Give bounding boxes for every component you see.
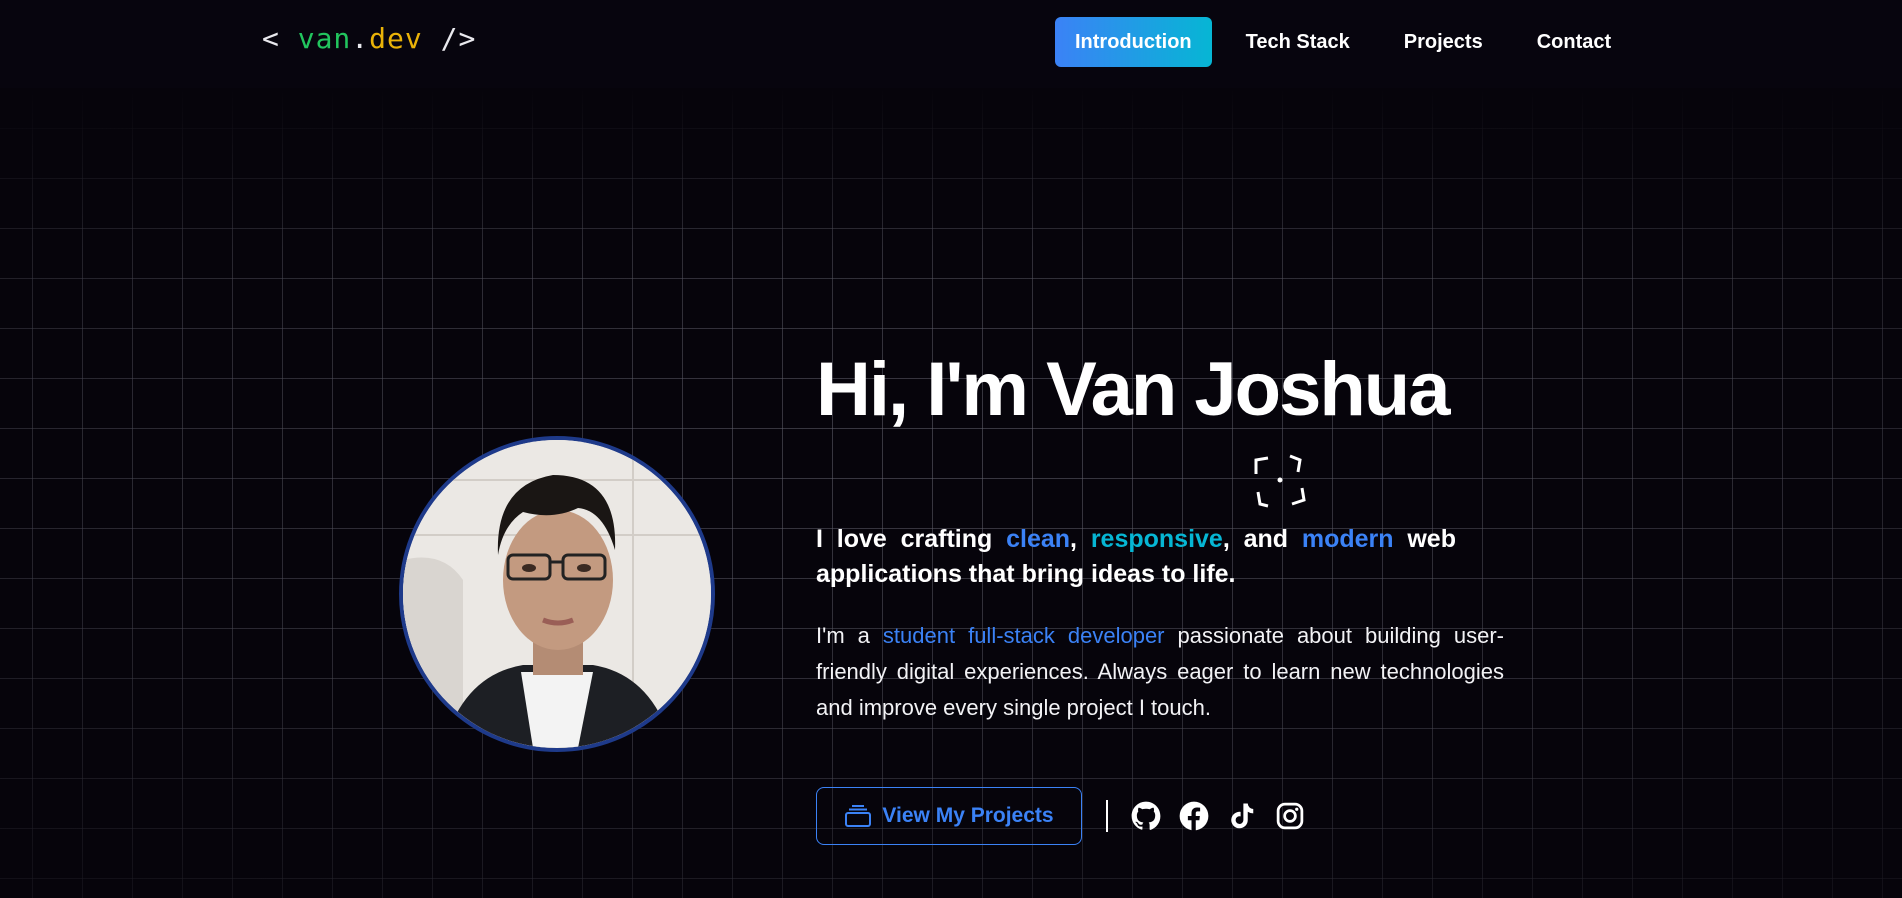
logo-dot: . (351, 22, 370, 55)
grid-top-fade (0, 88, 1902, 248)
focus-frame-icon (1254, 454, 1306, 508)
stack-icon (845, 805, 872, 827)
nav-projects[interactable]: Projects (1384, 17, 1503, 67)
logo-name-b: dev (369, 22, 423, 55)
logo-open-bracket: < (262, 22, 280, 55)
tagline-modern: modern (1301, 525, 1394, 553)
hero-bio: I'm a student full-stack developer passi… (816, 618, 1504, 726)
facebook-icon[interactable] (1179, 801, 1209, 831)
hero-title: Hi, I'm Van Joshua (816, 347, 1450, 432)
bio-prefix: I'm a (816, 623, 883, 648)
bio-role: student full-stack developer (882, 623, 1165, 648)
tagline-and: , and (1222, 525, 1302, 553)
tagline-text-1: I love crafting (816, 525, 1007, 553)
tagline-comma: , (1070, 525, 1091, 553)
logo-name-a: van (297, 22, 352, 55)
nav-tech-stack[interactable]: Tech Stack (1226, 17, 1370, 67)
github-icon[interactable] (1131, 801, 1161, 831)
main-nav: Introduction Tech Stack Projects Contact (1055, 17, 1645, 67)
nav-introduction[interactable]: Introduction (1055, 17, 1212, 67)
profile-photo (399, 436, 715, 752)
hero-tagline: I love crafting clean, responsive, and m… (816, 522, 1456, 592)
instagram-icon[interactable] (1275, 801, 1305, 831)
tiktok-icon[interactable] (1227, 801, 1257, 831)
view-projects-label: View My Projects (882, 804, 1054, 827)
tagline-clean: clean (1006, 525, 1071, 553)
view-projects-button[interactable]: View My Projects (816, 787, 1082, 845)
nav-contact[interactable]: Contact (1517, 17, 1631, 67)
logo-close-bracket: /> (440, 22, 477, 55)
site-logo[interactable]: < van.dev /> (262, 22, 476, 55)
site-header: < van.dev /> Introduction Tech Stack Pro… (0, 0, 1902, 88)
social-divider (1106, 800, 1108, 832)
tagline-responsive: responsive (1090, 525, 1223, 553)
